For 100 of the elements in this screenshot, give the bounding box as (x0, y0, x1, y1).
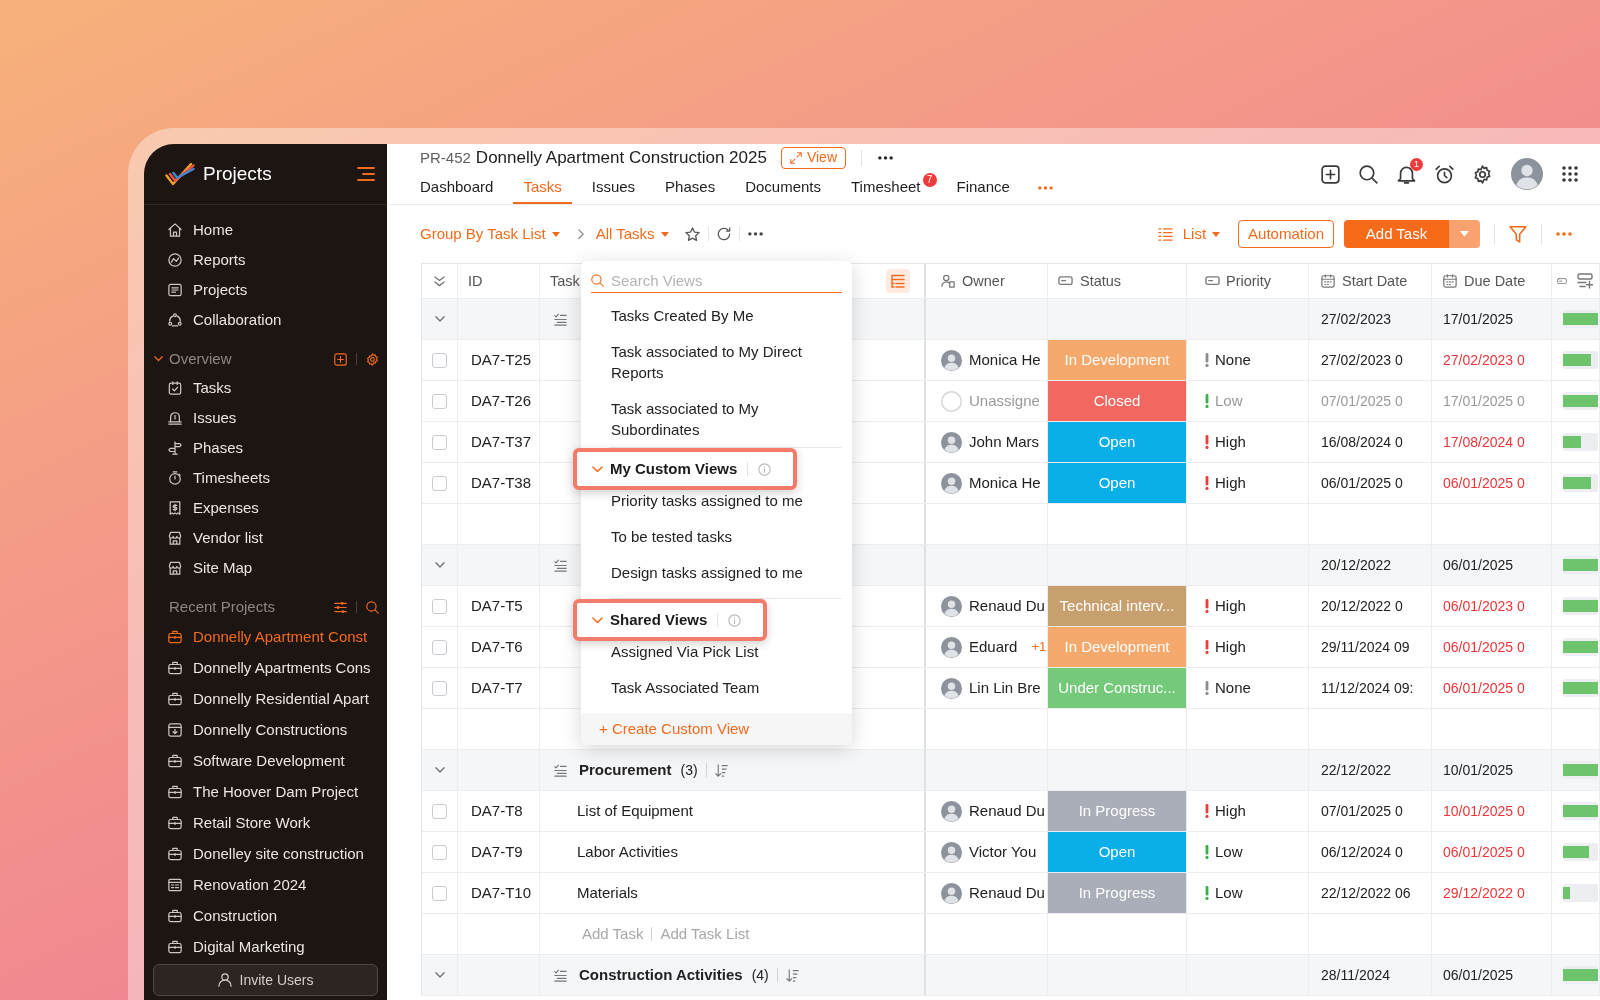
tab[interactable]: Finance (946, 171, 1020, 204)
column-header[interactable]: Task (550, 271, 580, 291)
tab[interactable]: Dashboard (410, 171, 504, 204)
checkbox[interactable] (432, 639, 447, 655)
project-title: Donnelly Apartment Construction 2025 (475, 146, 767, 169)
task-name[interactable]: Labor Activities (577, 842, 678, 862)
settings-icon[interactable] (366, 352, 379, 366)
siren-icon (168, 411, 182, 425)
section-header[interactable]: My Custom Views (573, 448, 798, 490)
project-item[interactable]: Donelley site construction (144, 838, 387, 869)
column-settings-icon[interactable] (886, 269, 910, 293)
menu-icon[interactable] (357, 167, 375, 181)
caret-icon (1212, 231, 1221, 237)
project-item[interactable]: Digital Marketing (144, 931, 387, 962)
due-date: 10/01/2025 0 (1443, 801, 1525, 821)
nav-item[interactable]: Vendor list (144, 523, 387, 553)
chevron-down-icon[interactable] (434, 972, 445, 978)
project-item[interactable]: Renovation 2024 (144, 869, 387, 900)
project-item[interactable]: Retail Store Work (144, 807, 387, 838)
checkbox[interactable] (432, 434, 447, 450)
column-header[interactable]: Owner (962, 271, 1005, 291)
nav-item[interactable]: Expenses (144, 493, 387, 523)
menu-item[interactable]: Task associated to My Subordinates (581, 390, 852, 447)
project-item[interactable]: Donnelly Residential Apart (144, 683, 387, 714)
nav-item[interactable]: Projects (144, 275, 387, 305)
project-item[interactable]: The Hoover Dam Project (144, 776, 387, 807)
nav-item[interactable]: Tasks (144, 373, 387, 403)
refresh-icon[interactable] (716, 227, 731, 241)
chevron-down-icon[interactable] (434, 316, 445, 322)
tab[interactable]: Issues (581, 171, 646, 204)
more-icon[interactable] (747, 232, 763, 236)
checkbox[interactable] (432, 803, 447, 819)
checkbox[interactable] (432, 393, 447, 409)
briefcase-icon (168, 629, 182, 644)
chevron-down-icon[interactable] (154, 356, 163, 362)
invite-users-button[interactable]: Invite Users (153, 964, 378, 996)
chevron-down-icon[interactable] (434, 767, 445, 773)
checkbox[interactable] (432, 844, 447, 860)
column-header[interactable]: Priority (1226, 271, 1272, 291)
menu-item[interactable]: Priority tasks assigned to me (581, 490, 852, 526)
add-icon[interactable] (1321, 164, 1340, 184)
checkbox[interactable] (432, 885, 447, 901)
priority-label: Low (1215, 883, 1243, 903)
nav-item[interactable]: Phases (144, 433, 387, 463)
task-name[interactable]: List of Equipment (577, 801, 693, 821)
menu-item[interactable]: Assigned Via Pick List (581, 641, 852, 677)
add-icon[interactable] (334, 352, 347, 366)
project-item[interactable]: Software Development (144, 745, 387, 776)
tab[interactable]: Timesheet (841, 171, 923, 204)
project-item[interactable]: Donnelly Constructions (144, 714, 387, 745)
search-icon[interactable] (366, 600, 379, 614)
column-header[interactable]: Due Date (1464, 271, 1526, 291)
nav-item[interactable]: Collaboration (144, 305, 387, 335)
column-header[interactable]: ID (468, 271, 483, 291)
menu-item[interactable]: Task associated to My Direct Reports (581, 333, 852, 390)
section-header[interactable]: Shared Views (573, 599, 768, 641)
task-id: DA7-T9 (471, 842, 523, 862)
collapse-all-icon[interactable] (434, 275, 445, 287)
chevron-down-icon[interactable] (434, 562, 445, 568)
project-item[interactable]: Donnelly Apartment Const (144, 621, 387, 652)
search-field[interactable]: Search Views (611, 269, 842, 292)
bell-icon[interactable] (1397, 164, 1416, 184)
nav-item[interactable]: Site Map (144, 553, 387, 583)
task-name[interactable]: Materials (577, 883, 638, 903)
star-icon[interactable] (684, 226, 700, 242)
apps-grid-icon[interactable] (1562, 166, 1578, 182)
nav-item[interactable]: Timesheets (144, 463, 387, 493)
sort-icon[interactable] (785, 968, 799, 982)
nav-item[interactable]: Reports (144, 245, 387, 275)
column-header[interactable]: Status (1080, 271, 1122, 291)
alarm-clock-icon[interactable] (1435, 164, 1454, 184)
add-column-icon[interactable] (1577, 273, 1593, 289)
sliders-icon[interactable] (334, 600, 347, 614)
due-date: 06/01/2025 (1443, 555, 1514, 575)
menu-item[interactable]: Task Associated Team (581, 677, 852, 713)
project-item[interactable]: Donnelly Apartments Cons (144, 652, 387, 683)
menu-item[interactable]: To be tested tasks (581, 526, 852, 562)
project-item[interactable]: Construction (144, 900, 387, 931)
checkbox[interactable] (432, 352, 447, 368)
search-icon[interactable] (1359, 164, 1378, 184)
tab[interactable]: Phases (655, 171, 726, 204)
briefcase-icon (168, 815, 182, 830)
sort-icon[interactable] (714, 763, 728, 777)
store-icon (168, 561, 182, 575)
start-date: 06/12/2024 0 (1321, 842, 1403, 862)
nav-item[interactable]: Issues (144, 403, 387, 433)
more-icon[interactable] (878, 155, 893, 160)
tab[interactable]: Documents (735, 171, 831, 204)
nav-item[interactable]: Home (144, 215, 387, 245)
profile-avatar[interactable] (1511, 158, 1543, 190)
menu-item[interactable]: Design tasks assigned to me (581, 562, 852, 598)
column-header[interactable]: Start Date (1342, 271, 1408, 291)
settings-icon[interactable] (1473, 164, 1492, 184)
filter-icon[interactable] (1509, 225, 1527, 243)
owner-name: Lin Lin Bre (969, 678, 1041, 698)
checkbox[interactable] (432, 598, 447, 614)
notification-badge: 1 (1410, 157, 1423, 171)
menu-item[interactable]: Tasks Created By Me (581, 297, 852, 333)
checkbox[interactable] (432, 475, 447, 491)
checkbox[interactable] (432, 680, 447, 696)
